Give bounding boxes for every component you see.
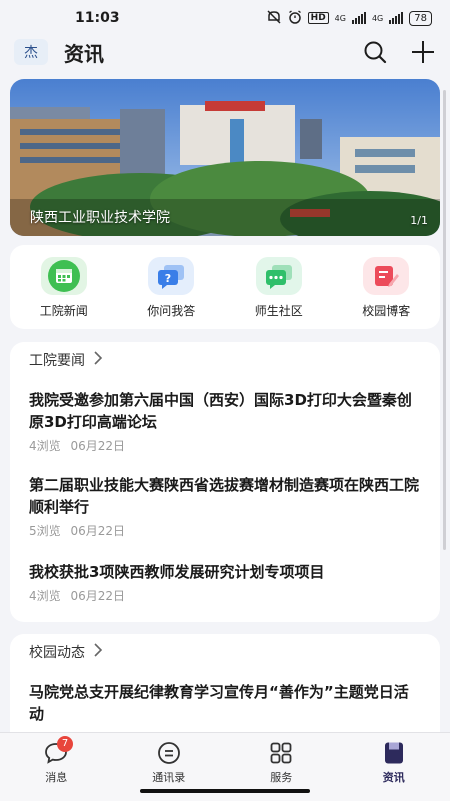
news-item[interactable]: 马院党总支开展纪律教育学习宣传月“善作为”主题党日活动 bbox=[10, 670, 440, 725]
quick-link-blog[interactable]: 校园博客 bbox=[333, 245, 441, 329]
page-title: 资讯 bbox=[64, 38, 104, 67]
news-views: 4浏览 bbox=[29, 589, 61, 603]
nav-label: 服务 bbox=[270, 769, 292, 785]
plus-icon bbox=[411, 40, 435, 64]
news-date: 06月22日 bbox=[70, 524, 125, 538]
chevron-right-icon bbox=[93, 351, 103, 369]
news-title: 马院党总支开展纪律教育学习宣传月“善作为”主题党日活动 bbox=[29, 681, 421, 725]
quick-link-label: 校园博客 bbox=[362, 302, 410, 319]
alarm-icon bbox=[288, 10, 302, 27]
news-item[interactable]: 我校获批3项陕西教师发展研究计划专项项目 4浏览 06月22日 bbox=[10, 539, 440, 604]
home-indicator[interactable] bbox=[140, 789, 310, 793]
hd-label: HD bbox=[308, 12, 329, 24]
network-label-2: 4G bbox=[372, 14, 383, 23]
section-title: 校园动态 bbox=[29, 642, 85, 662]
battery-indicator: 78 bbox=[409, 11, 432, 26]
news-icon bbox=[381, 741, 407, 765]
add-button[interactable] bbox=[410, 39, 436, 65]
app-header: 杰 资讯 bbox=[0, 36, 450, 68]
news-title: 第二届职业技能大赛陕西省选拔赛增材制造赛项在陕西工院顺利举行 bbox=[29, 474, 421, 518]
chevron-right-icon bbox=[93, 643, 103, 661]
quick-link-news[interactable]: 工院新闻 bbox=[10, 245, 118, 329]
news-meta: 5浏览 06月22日 bbox=[29, 522, 421, 539]
search-button[interactable] bbox=[362, 39, 388, 65]
status-icons: HD 4G 4G 78 bbox=[266, 10, 432, 27]
quick-links: 工院新闻 ? 你问我答 师生社区 校园博客 bbox=[10, 245, 440, 329]
news-title: 我院受邀参加第六届中国（西安）国际3D打印大会暨秦创原3D打印高端论坛 bbox=[29, 389, 421, 433]
nav-label: 消息 bbox=[45, 769, 67, 785]
news-date: 06月22日 bbox=[70, 589, 125, 603]
section-header-news[interactable]: 工院要闻 bbox=[10, 342, 440, 378]
scrollbar[interactable] bbox=[443, 90, 446, 550]
quick-link-label: 师生社区 bbox=[255, 302, 303, 319]
section-header-campus[interactable]: 校园动态 bbox=[10, 634, 440, 670]
mute-icon bbox=[266, 10, 282, 27]
banner-carousel[interactable]: 陕西工业职业技术学院 1/1 bbox=[10, 79, 440, 236]
nav-label: 通讯录 bbox=[152, 769, 185, 785]
community-chat-icon bbox=[256, 257, 302, 295]
news-section: 工院要闻 我院受邀参加第六届中国（西安）国际3D打印大会暨秦创原3D打印高端论坛… bbox=[10, 342, 440, 622]
quick-link-label: 工院新闻 bbox=[40, 302, 88, 319]
nav-label: 资讯 bbox=[383, 769, 405, 785]
quick-link-community[interactable]: 师生社区 bbox=[225, 245, 333, 329]
quick-link-label: 你问我答 bbox=[147, 302, 195, 319]
blog-edit-icon bbox=[363, 257, 409, 295]
news-title: 我校获批3项陕西教师发展研究计划专项项目 bbox=[29, 561, 421, 583]
banner-page-indicator: 1/1 bbox=[410, 214, 428, 227]
section-title: 工院要闻 bbox=[29, 350, 85, 370]
news-views: 5浏览 bbox=[29, 524, 61, 538]
unread-badge: 7 bbox=[57, 736, 73, 752]
question-chat-icon: ? bbox=[148, 257, 194, 295]
signal-icon bbox=[389, 12, 403, 24]
signal-icon bbox=[352, 12, 366, 24]
news-item[interactable]: 第二届职业技能大赛陕西省选拔赛增材制造赛项在陕西工院顺利举行 5浏览 06月22… bbox=[10, 454, 440, 539]
news-meta: 4浏览 06月22日 bbox=[29, 587, 421, 604]
nav-messages[interactable]: 7 消息 bbox=[0, 733, 113, 801]
contacts-icon bbox=[156, 741, 182, 765]
news-date: 06月22日 bbox=[70, 439, 125, 453]
news-meta: 4浏览 06月22日 bbox=[29, 437, 421, 454]
network-label-1: 4G bbox=[335, 14, 346, 23]
status-bar: 11:03 HD 4G 4G 78 bbox=[0, 0, 450, 36]
svg-text:?: ? bbox=[165, 272, 171, 285]
calendar-icon bbox=[41, 257, 87, 295]
status-time: 11:03 bbox=[75, 10, 120, 26]
search-icon bbox=[363, 40, 387, 64]
news-item[interactable]: 我院受邀参加第六届中国（西安）国际3D打印大会暨秦创原3D打印高端论坛 4浏览 … bbox=[10, 378, 440, 454]
banner-caption: 陕西工业职业技术学院 bbox=[30, 207, 170, 227]
nav-news[interactable]: 资讯 bbox=[338, 733, 450, 801]
news-views: 4浏览 bbox=[29, 439, 61, 453]
grid-icon bbox=[268, 741, 294, 765]
quick-link-qa[interactable]: ? 你问我答 bbox=[118, 245, 226, 329]
app-logo[interactable]: 杰 bbox=[14, 39, 48, 65]
